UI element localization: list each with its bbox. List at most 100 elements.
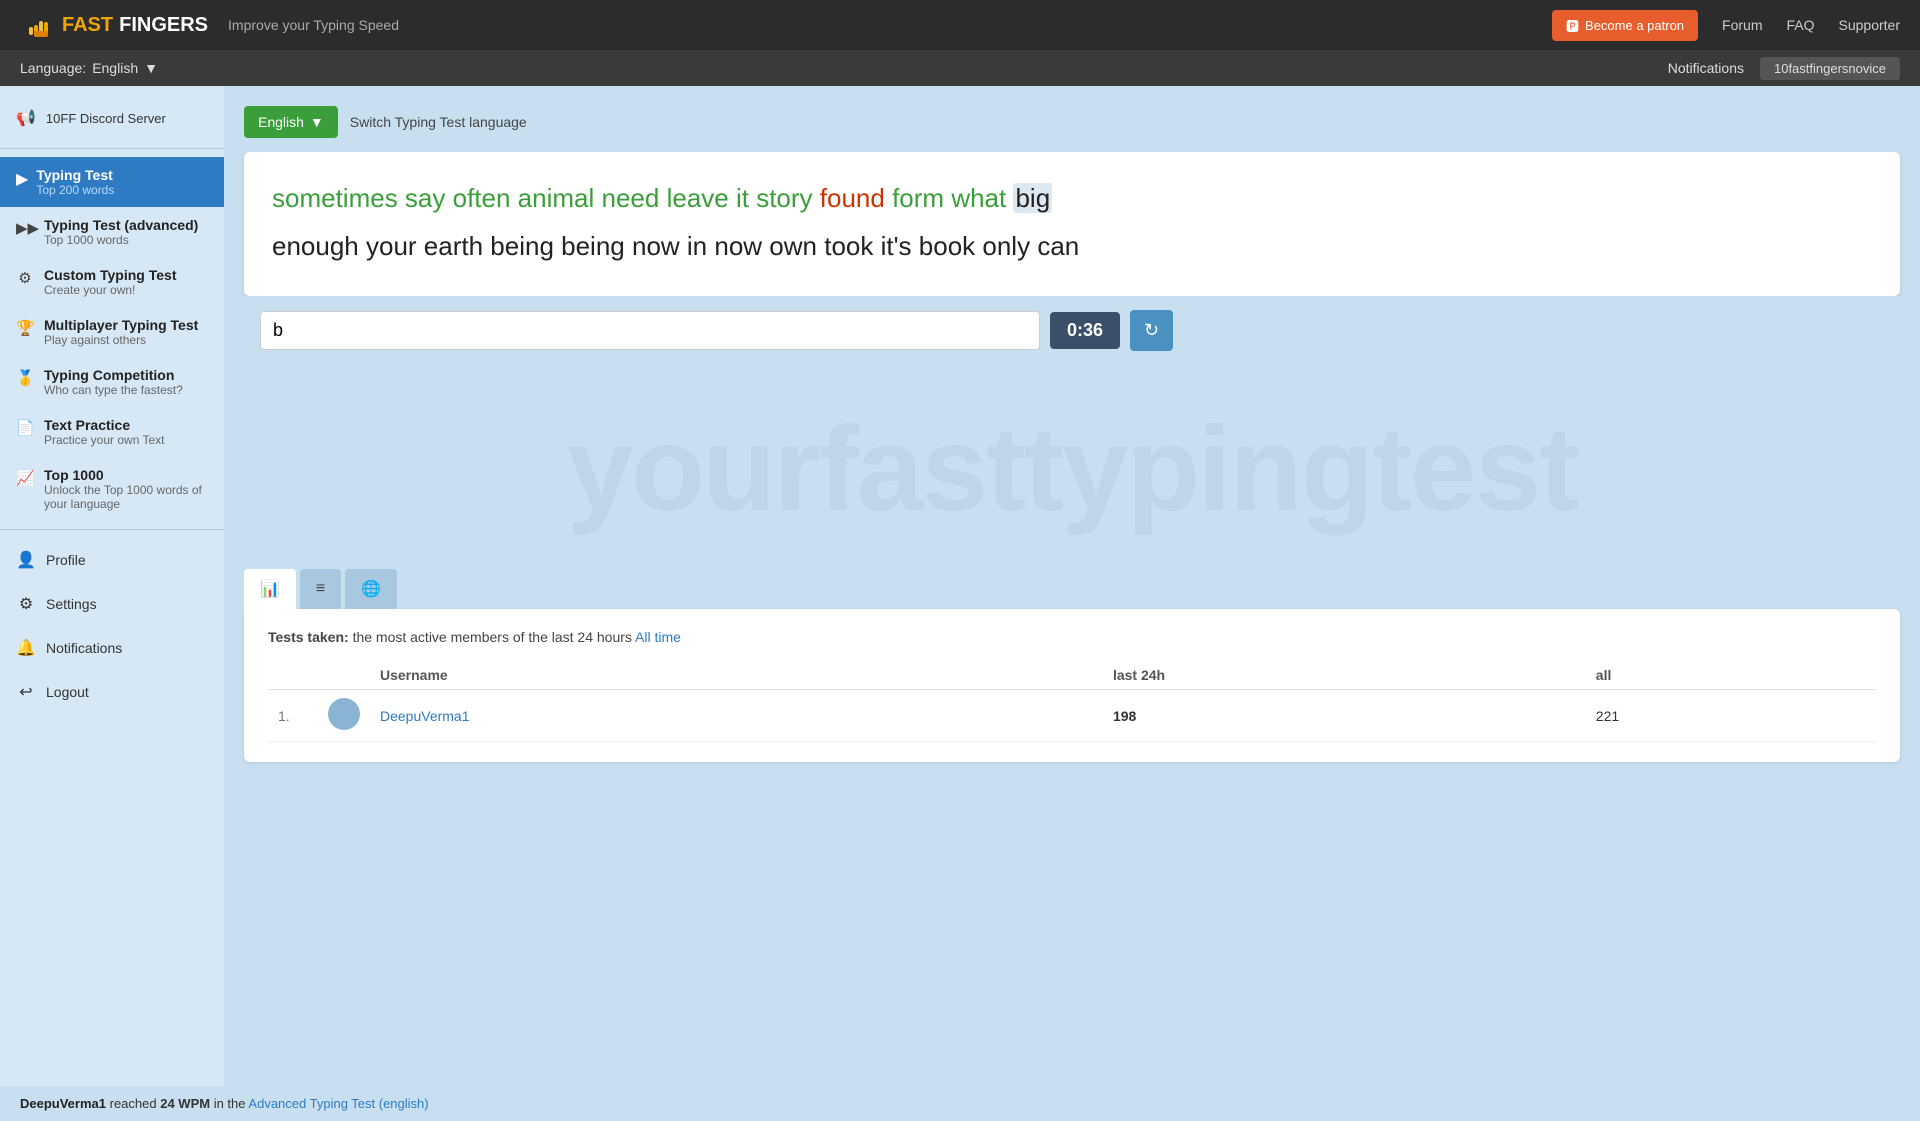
switch-lang-text: Switch Typing Test language — [350, 114, 527, 130]
word-often: often — [453, 183, 518, 213]
lang-bar-right: Notifications 10fastfingersnovice — [1652, 57, 1900, 80]
word-only: only — [982, 231, 1037, 261]
patron-icon: 🅿 — [1566, 16, 1579, 35]
all-time-link[interactable]: All time — [635, 629, 681, 645]
sidebar-item-profile[interactable]: 👤 Profile — [0, 538, 224, 582]
word-now2: now — [714, 231, 769, 261]
sidebar-item-text-practice[interactable]: 📄 Text Practice Practice your own Text — [0, 407, 224, 457]
all-header: all — [1586, 661, 1876, 690]
username-badge[interactable]: 10fastfingersnovice — [1760, 57, 1900, 80]
lang-selected: English — [92, 60, 138, 76]
settings-label: Settings — [46, 596, 97, 612]
word-say: say — [405, 183, 453, 213]
notif-in: in the — [214, 1096, 246, 1111]
discord-icon: 📢 — [16, 108, 36, 128]
rank-header — [268, 661, 318, 690]
logo: FAST FINGERS — [20, 7, 208, 43]
typing-input[interactable] — [260, 311, 1040, 350]
sidebar-item-typing-test-advanced[interactable]: ▶▶ Typing Test (advanced) Top 1000 words — [0, 207, 224, 257]
language-selector[interactable]: Language: English ▼ — [20, 60, 158, 76]
stats-container: Tests taken: the most active members of … — [244, 609, 1900, 762]
notif-wpm: 24 WPM — [160, 1096, 210, 1111]
become-patron-button[interactable]: 🅿 Become a patron — [1552, 10, 1698, 41]
multiplayer-sub: Play against others — [44, 333, 198, 347]
top1000-title: Top 1000 — [44, 467, 208, 483]
stats-tab-list[interactable]: ≡ — [300, 569, 341, 609]
word-your: your — [366, 231, 424, 261]
sidebar-item-settings[interactable]: ⚙ Settings — [0, 582, 224, 626]
multiplayer-content: Multiplayer Typing Test Play against oth… — [44, 317, 198, 347]
text-practice-title: Text Practice — [44, 417, 165, 433]
word-it: it — [736, 183, 756, 213]
lang-chevron-icon: ▼ — [144, 60, 158, 76]
advanced-icon: ▶▶ — [16, 219, 34, 237]
word-being2: being — [561, 231, 632, 261]
sidebar-item-top-1000[interactable]: 📈 Top 1000 Unlock the Top 1000 words of … — [0, 457, 224, 521]
typing-test-content: Typing Test Top 200 words — [36, 167, 114, 197]
word-book: book — [919, 231, 983, 261]
logo-fast: FAST — [62, 14, 113, 37]
sidebar-divider-top — [0, 148, 224, 149]
forum-link[interactable]: Forum — [1722, 17, 1762, 33]
text-practice-content: Text Practice Practice your own Text — [44, 417, 165, 447]
logout-icon: ↩ — [16, 682, 36, 702]
watermark-area: yourfasttypingtest — [244, 379, 1900, 559]
supporter-link[interactable]: Supporter — [1839, 17, 1900, 33]
profile-label: Profile — [46, 552, 86, 568]
lang-btn-label: English — [258, 114, 304, 130]
word-form: form — [892, 183, 951, 213]
typing-test-sub: Top 200 words — [36, 183, 114, 197]
word-can: can — [1037, 231, 1079, 261]
logout-label: Logout — [46, 684, 89, 700]
top1000-content: Top 1000 Unlock the Top 1000 words of yo… — [44, 467, 208, 511]
text-practice-icon: 📄 — [16, 419, 34, 437]
stats-tabs: 📊 ≡ 🌐 — [244, 569, 1900, 609]
word-being1: being — [490, 231, 561, 261]
username-header: Username — [370, 661, 1103, 690]
text-practice-sub: Practice your own Text — [44, 433, 165, 447]
sidebar-divider-bottom — [0, 529, 224, 530]
lang-label: Language: — [20, 60, 86, 76]
notif-link[interactable]: Advanced Typing Test (english) — [248, 1096, 428, 1111]
username-link[interactable]: DeepuVerma1 — [380, 708, 470, 724]
typing-test-box: sometimes say often animal need leave it… — [244, 152, 1900, 296]
notif-username: DeepuVerma1 — [20, 1096, 106, 1111]
logo-fingers: FINGERS — [119, 14, 208, 37]
list-icon: ≡ — [316, 580, 325, 597]
competition-icon: 🥇 — [16, 369, 34, 387]
last24h-header: last 24h — [1103, 661, 1586, 690]
sidebar-item-notifications[interactable]: 🔔 Notifications — [0, 626, 224, 670]
word-earth: earth — [424, 231, 491, 261]
table-row: 1. DeepuVerma1 198 221 — [268, 690, 1876, 742]
sidebar-item-typing-competition[interactable]: 🥇 Typing Competition Who can type the fa… — [0, 357, 224, 407]
sidebar-item-typing-test[interactable]: ▶ Typing Test Top 200 words — [0, 157, 224, 207]
avatar-cell — [318, 690, 370, 742]
sidebar-item-discord[interactable]: 📢 10FF Discord Server — [0, 96, 224, 140]
stats-table-header-row: Username last 24h all — [268, 661, 1876, 690]
lang-switch-button[interactable]: English ▼ — [244, 106, 338, 138]
notifications-link[interactable]: Notifications — [1652, 60, 1760, 76]
stats-tab-bar-chart[interactable]: 📊 — [244, 569, 296, 609]
word-now1: now — [632, 231, 687, 261]
word-found: found — [820, 183, 892, 213]
stats-tab-globe[interactable]: 🌐 — [345, 569, 397, 609]
main-layout: 📢 10FF Discord Server ▶ Typing Test Top … — [0, 86, 1920, 1086]
refresh-button[interactable]: ↻ — [1130, 310, 1173, 351]
settings-icon: ⚙ — [16, 594, 36, 614]
advanced-sub: Top 1000 words — [44, 233, 198, 247]
faq-link[interactable]: FAQ — [1787, 17, 1815, 33]
input-row: 0:36 ↻ — [244, 296, 1900, 365]
sidebar-item-multiplayer[interactable]: 🏆 Multiplayer Typing Test Play against o… — [0, 307, 224, 357]
tests-taken-label: Tests taken: — [268, 629, 349, 645]
word-its: it's — [881, 231, 919, 261]
sidebar-item-custom-typing-test[interactable]: ⚙ Custom Typing Test Create your own! — [0, 257, 224, 307]
bar-chart-icon: 📊 — [260, 581, 280, 598]
word-big: big — [1013, 183, 1052, 213]
typing-words-line2: enough your earth being being now in now… — [272, 224, 1872, 268]
advanced-title: Typing Test (advanced) — [44, 217, 198, 233]
word-need: need — [602, 183, 667, 213]
sidebar-item-logout[interactable]: ↩ Logout — [0, 670, 224, 714]
word-what: what — [951, 183, 1013, 213]
stats-header: Tests taken: the most active members of … — [268, 629, 1876, 645]
multiplayer-icon: 🏆 — [16, 319, 34, 337]
